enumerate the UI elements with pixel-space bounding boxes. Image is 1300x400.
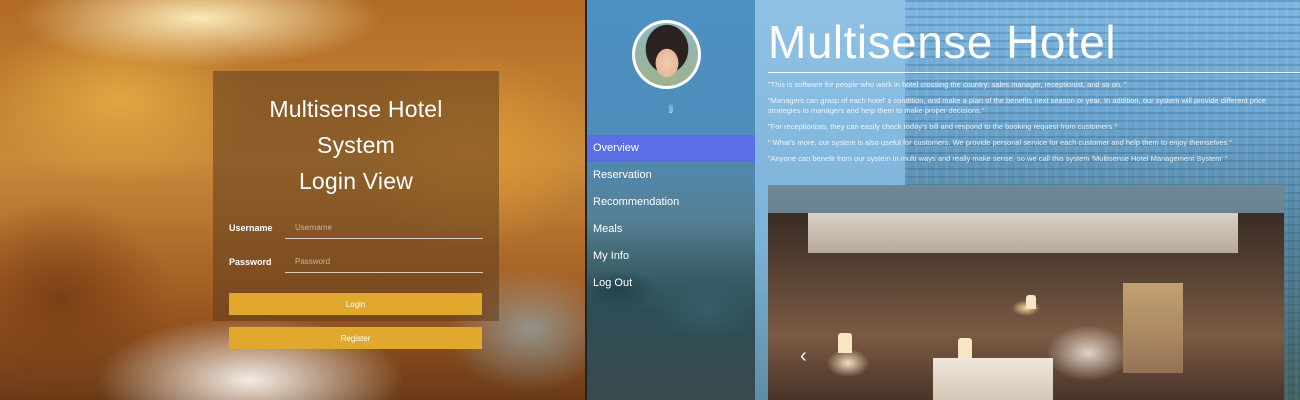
page-title: Multisense Hotel (768, 16, 1117, 68)
hotel-room-carousel: ‹ (768, 185, 1284, 400)
description-paragraph: "For receptionists, they can easily chec… (768, 122, 1118, 131)
description: "This is software for people who work in… (768, 80, 1280, 164)
sidebar-item-my-info[interactable]: My Info (587, 243, 755, 270)
description-paragraph: "This is software for people who work in… (768, 80, 1127, 89)
main-content: Multisense Hotel "This is software for p… (755, 0, 1300, 400)
avatar[interactable] (635, 23, 698, 86)
ceiling-shape (808, 213, 1238, 253)
login-title: Multisense Hotel System Login View (229, 91, 483, 199)
avatar-frame (632, 20, 701, 89)
login-title-line2: Login View (298, 168, 414, 194)
chevron-left-icon[interactable]: ‹ (800, 345, 807, 368)
username-label: Username (229, 223, 273, 233)
register-button[interactable]: Register (229, 327, 482, 349)
dashboard-screen: jj Overview Reservation Recommendation M… (587, 0, 1300, 400)
user-name: jj (669, 103, 673, 113)
password-row: Password (229, 251, 483, 273)
lamp-shape (958, 338, 972, 358)
sidebar-item-log-out[interactable]: Log Out (587, 270, 755, 297)
login-card: Multisense Hotel System Login View Usern… (213, 71, 499, 349)
sidebar-item-meals[interactable]: Meals (587, 216, 755, 243)
lamp-shape (838, 333, 852, 353)
username-row: Username (229, 217, 483, 239)
password-input[interactable] (285, 251, 483, 273)
sidebar-item-recommendation[interactable]: Recommendation (587, 189, 755, 216)
username-input[interactable] (285, 217, 483, 239)
chandelier-shape (1026, 295, 1036, 309)
description-paragraph: " What's more, our system is also useful… (768, 138, 1232, 147)
title-divider (768, 72, 1300, 73)
description-paragraph: "Managers can grasp of each hotel' s con… (768, 96, 1266, 115)
bed-shape (933, 358, 1053, 400)
sidebar-item-overview[interactable]: Overview (587, 135, 755, 162)
hotel-room-image (768, 213, 1284, 400)
login-screen: Multisense Hotel System Login View Usern… (0, 0, 585, 400)
sidebar-nav: Overview Reservation Recommendation Meal… (587, 135, 755, 297)
sidebar-item-reservation[interactable]: Reservation (587, 162, 755, 189)
login-title-line1: Multisense Hotel System (269, 96, 443, 158)
sidebar: jj Overview Reservation Recommendation M… (587, 0, 755, 400)
login-button[interactable]: Login (229, 293, 482, 315)
description-paragraph: "Anyone can benefit from our system in m… (768, 154, 1228, 163)
password-label: Password (229, 257, 272, 267)
room-window-shape (1123, 283, 1183, 373)
